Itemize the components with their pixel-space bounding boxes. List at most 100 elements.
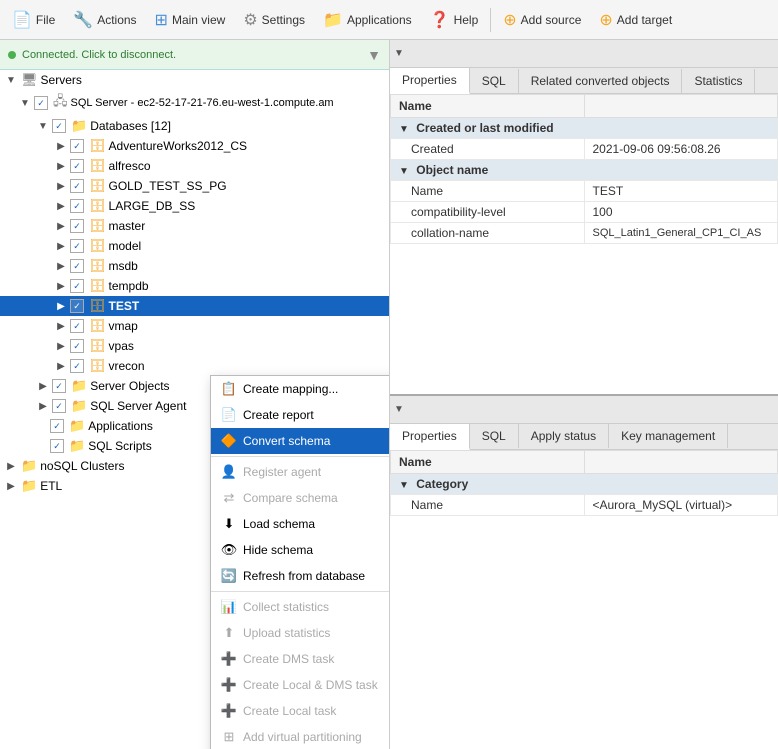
tree-databases[interactable]: ▼ 📁 Databases [12] xyxy=(0,116,389,136)
db-label: GOLD_TEST_SS_PG xyxy=(109,179,227,193)
status-bar[interactable]: Connected. Click to disconnect. ▼ xyxy=(0,40,389,70)
sql-agent-checkbox[interactable] xyxy=(52,399,66,413)
ctx-create-mapping[interactable]: 📋 Create mapping... xyxy=(211,376,389,402)
server-objects-checkbox[interactable] xyxy=(52,379,66,393)
ctx-register-agent: 👤 Register agent xyxy=(211,459,389,485)
vmap-checkbox[interactable] xyxy=(70,319,84,333)
add-source-button[interactable]: ⊕ Add source xyxy=(495,6,589,34)
test-checkbox[interactable] xyxy=(70,299,84,313)
apps-label: Applications xyxy=(88,419,153,433)
filter-icon[interactable]: ▼ xyxy=(367,47,381,63)
ctx-create-local-dms: ➕ Create Local & DMS task xyxy=(211,672,389,698)
db-checkbox[interactable] xyxy=(70,239,84,253)
tab-sql-top[interactable]: SQL xyxy=(470,69,519,93)
create-local-dms-icon: ➕ xyxy=(221,677,237,693)
ctx-load-schema[interactable]: ⬇ Load schema xyxy=(211,511,389,537)
list-item[interactable]: ▶ 🗄 msdb xyxy=(0,256,389,276)
db-checkbox[interactable] xyxy=(70,159,84,173)
list-item[interactable]: ▶ 🗄 master xyxy=(0,216,389,236)
vpas-arrow: ▶ xyxy=(54,341,68,352)
vmap-arrow: ▶ xyxy=(54,321,68,332)
list-item[interactable]: ▶ 🗄 model xyxy=(0,236,389,256)
ctx-collect-stats: 📊 Collect statistics xyxy=(211,594,389,620)
db-label: AdventureWorks2012_CS xyxy=(109,139,248,153)
db-checkbox[interactable] xyxy=(70,199,84,213)
actions-icon: 🔧 xyxy=(73,10,93,30)
actions-button[interactable]: 🔧 Actions xyxy=(65,6,144,34)
ctx-load-schema-label: Load schema xyxy=(243,517,315,531)
apps-checkbox[interactable] xyxy=(50,419,64,433)
list-item[interactable]: ▶ 🗄 vmap xyxy=(0,316,389,336)
tab-properties-bottom[interactable]: Properties xyxy=(390,424,470,450)
add-source-icon: ⊕ xyxy=(503,10,516,30)
list-item[interactable]: ▶ 🗄 alfresco xyxy=(0,156,389,176)
tree-sql-server[interactable]: ▼ 🖧 SQL Server - ec2-52-17-21-76.eu-west… xyxy=(0,90,389,116)
vrecon-checkbox[interactable] xyxy=(70,359,84,373)
status-indicator xyxy=(8,51,16,59)
list-item[interactable]: ▶ 🗄 LARGE_DB_SS xyxy=(0,196,389,216)
right-bottom-header: ▼ xyxy=(390,396,778,424)
tab-apply-status[interactable]: Apply status xyxy=(519,424,609,448)
file-label: File xyxy=(36,13,55,27)
db-icon: 🗄 xyxy=(89,238,106,254)
tab-sql-bottom[interactable]: SQL xyxy=(470,424,519,448)
tab-statistics-top[interactable]: Statistics xyxy=(682,69,755,93)
sql-scripts-checkbox[interactable] xyxy=(50,439,64,453)
ctx-add-virtual: ⊞ Add virtual partitioning xyxy=(211,724,389,749)
col-value-header xyxy=(584,95,778,118)
ctx-convert-schema[interactable]: 🔶 Convert schema xyxy=(211,428,389,454)
table-row: compatibility-level 100 xyxy=(391,202,778,223)
right-top-tabbar: Properties SQL Related converted objects… xyxy=(390,68,778,94)
tab-related-top[interactable]: Related converted objects xyxy=(519,69,683,93)
list-item[interactable]: ▶ 🗄 vrecon xyxy=(0,356,389,376)
register-agent-icon: 👤 xyxy=(221,464,237,480)
tree-test-db[interactable]: ▶ 🗄 TEST xyxy=(0,296,389,316)
ctx-hide-schema[interactable]: 👁 Hide schema xyxy=(211,537,389,563)
db-checkbox[interactable] xyxy=(70,139,84,153)
applications-button[interactable]: 📁 Applications xyxy=(315,6,420,34)
db-checkbox[interactable] xyxy=(70,179,84,193)
ctx-upload-stats: ⬆ Upload statistics xyxy=(211,620,389,646)
settings-icon: ⚙ xyxy=(243,10,257,30)
help-label: Help xyxy=(454,13,479,27)
vpas-icon: 🗄 xyxy=(89,338,106,354)
ctx-separator1 xyxy=(211,456,389,457)
file-button[interactable]: 📄 File xyxy=(4,6,63,34)
db-icon: 🗄 xyxy=(89,258,106,274)
bottom-panel-arrow: ▼ xyxy=(394,404,404,415)
help-button[interactable]: ❓ Help xyxy=(422,6,487,34)
databases-label: Databases [12] xyxy=(90,119,171,133)
load-schema-icon: ⬇ xyxy=(221,516,237,532)
settings-button[interactable]: ⚙ Settings xyxy=(235,6,313,34)
convert-schema-icon: 🔶 xyxy=(221,433,237,449)
db-checkbox[interactable] xyxy=(70,279,84,293)
bottom-props-table: Name ▼ Category Name xyxy=(390,450,778,516)
db-checkbox[interactable] xyxy=(70,219,84,233)
db-arrow: ▶ xyxy=(54,261,68,272)
tree-servers[interactable]: ▼ 🖥 Servers xyxy=(0,70,389,90)
ctx-create-report[interactable]: 📄 Create report xyxy=(211,402,389,428)
databases-checkbox[interactable] xyxy=(52,119,66,133)
list-item[interactable]: ▶ 🗄 GOLD_TEST_SS_PG xyxy=(0,176,389,196)
tab-properties-top[interactable]: Properties xyxy=(390,68,470,94)
sql-scripts-icon: 📁 xyxy=(69,438,85,454)
sqlserver-checkbox[interactable] xyxy=(34,96,48,110)
add-target-button[interactable]: ⊕ Add target xyxy=(591,6,680,34)
db-arrow: ▶ xyxy=(54,181,68,192)
add-virtual-icon: ⊞ xyxy=(221,729,237,745)
list-item[interactable]: ▶ 🗄 vpas xyxy=(0,336,389,356)
list-item[interactable]: ▶ 🗄 AdventureWorks2012_CS xyxy=(0,136,389,156)
vpas-checkbox[interactable] xyxy=(70,339,84,353)
ctx-refresh-db[interactable]: 🔄 Refresh from database xyxy=(211,563,389,589)
test-label: TEST xyxy=(109,299,140,313)
ctx-create-report-label: Create report xyxy=(243,408,314,422)
servers-label: Servers xyxy=(41,73,82,87)
test-arrow: ▶ xyxy=(54,301,68,312)
tab-key-management[interactable]: Key management xyxy=(609,424,728,448)
db-checkbox[interactable] xyxy=(70,259,84,273)
mainview-button[interactable]: ⊞ Main view xyxy=(147,6,234,34)
server-objects-label: Server Objects xyxy=(90,379,169,393)
nosql-label: noSQL Clusters xyxy=(40,459,124,473)
list-item[interactable]: ▶ 🗄 tempdb xyxy=(0,276,389,296)
add-source-label: Add source xyxy=(521,13,582,27)
